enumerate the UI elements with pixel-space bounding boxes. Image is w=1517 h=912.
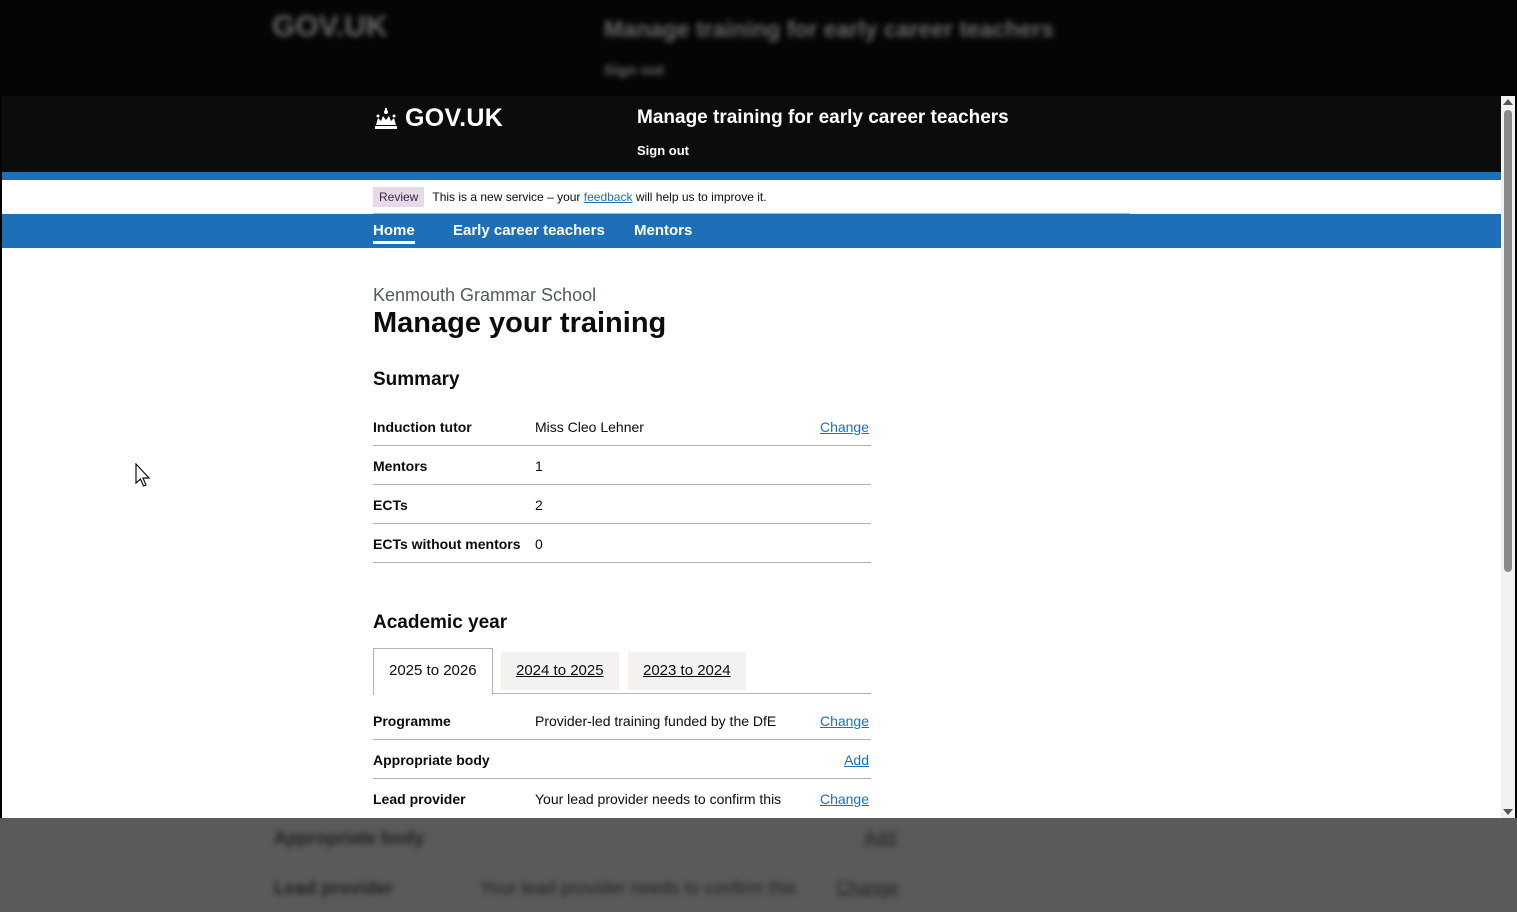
academic-year-heading: Academic year bbox=[373, 612, 508, 633]
academic-key: Lead provider bbox=[373, 791, 466, 807]
scroll-up-icon[interactable] bbox=[1503, 99, 1513, 105]
summary-key: Induction tutor bbox=[373, 419, 472, 435]
phase-banner: Review This is a new service – your feed… bbox=[373, 180, 1130, 214]
academic-row-programme: Programme Provider-led training funded b… bbox=[373, 701, 871, 740]
summary-heading: Summary bbox=[373, 369, 460, 390]
header-stripe bbox=[2, 172, 1501, 180]
tab-2023-to-2024[interactable]: 2023 to 2024 bbox=[628, 652, 746, 690]
summary-row-induction-tutor: Induction tutor Miss Cleo Lehner Change bbox=[373, 407, 871, 446]
summary-key: ECTs bbox=[373, 497, 408, 513]
academic-value: Your lead provider needs to confirm this bbox=[535, 791, 782, 807]
backdrop-sign-out: Sign out bbox=[604, 62, 664, 79]
service-name-link[interactable]: Manage training for early career teacher… bbox=[637, 107, 1009, 129]
change-programme-link[interactable]: Change bbox=[820, 713, 869, 729]
summary-value: 0 bbox=[535, 536, 543, 552]
phase-text: This is a new service – your feedback wi… bbox=[432, 190, 766, 204]
feedback-link[interactable]: feedback bbox=[584, 190, 633, 204]
summary-row-ects: ECTs 2 bbox=[373, 485, 871, 524]
vertical-scrollbar[interactable] bbox=[1501, 96, 1515, 818]
govuk-logo[interactable]: GOV.UK bbox=[373, 104, 503, 133]
nav-item-early-career-teachers[interactable]: Early career teachers bbox=[453, 222, 605, 239]
academic-row-lead-provider: Lead provider Your lead provider needs t… bbox=[373, 779, 871, 818]
scroll-down-icon[interactable] bbox=[1503, 809, 1513, 815]
summary-value: 2 bbox=[535, 497, 543, 513]
page-title: Manage your training bbox=[373, 307, 667, 339]
backdrop-row-action: Change bbox=[836, 878, 900, 898]
tab-2025-to-2026[interactable]: 2025 to 2026 bbox=[373, 648, 493, 695]
summary-row-ects-without-mentors: ECTs without mentors 0 bbox=[373, 524, 871, 563]
browser-viewport: GOV.UK Manage training for early career … bbox=[2, 96, 1501, 818]
academic-key: Programme bbox=[373, 713, 451, 729]
summary-value: Miss Cleo Lehner bbox=[535, 419, 644, 435]
summary-value: 1 bbox=[535, 458, 543, 474]
backdrop-service-name: Manage training for early career teacher… bbox=[604, 16, 1054, 42]
crown-icon bbox=[375, 107, 397, 129]
backdrop-row-key: Lead provider bbox=[274, 878, 394, 898]
backdrop-bottom: Appropriate body Add Lead provider Your … bbox=[0, 818, 1517, 912]
summary-key: ECTs without mentors bbox=[373, 536, 521, 552]
sign-out-link[interactable]: Sign out bbox=[637, 143, 689, 158]
change-lead-provider-link[interactable]: Change bbox=[820, 791, 869, 807]
phase-tag: Review bbox=[373, 186, 425, 207]
backdrop-row-key: Appropriate body bbox=[274, 828, 425, 848]
backdrop-top: GOV.UK Manage training for early career … bbox=[0, 0, 1517, 96]
site-header: GOV.UK Manage training for early career … bbox=[2, 96, 1501, 172]
phase-text-after: will help us to improve it. bbox=[635, 189, 767, 204]
logo-text: GOV.UK bbox=[405, 104, 504, 132]
nav-item-home[interactable]: Home bbox=[373, 222, 415, 244]
academic-year-tabs: 2025 to 2026 2024 to 2025 2023 to 2024 bbox=[373, 648, 871, 695]
backdrop-logo: GOV.UK bbox=[272, 10, 388, 43]
academic-row-appropriate-body: Appropriate body Add bbox=[373, 740, 871, 779]
backdrop-row-value: Your lead provider needs to confirm this bbox=[480, 878, 797, 898]
change-induction-tutor-link[interactable]: Change bbox=[820, 419, 869, 435]
school-caption: Kenmouth Grammar School bbox=[373, 285, 597, 305]
tab-2024-to-2025[interactable]: 2024 to 2025 bbox=[501, 652, 619, 690]
backdrop-row-action: Add bbox=[864, 828, 897, 848]
academic-value: Provider-led training funded by the DfE bbox=[535, 713, 777, 729]
mouse-pointer-icon bbox=[135, 463, 151, 487]
scroll-thumb[interactable] bbox=[1504, 110, 1512, 572]
nav-item-mentors[interactable]: Mentors bbox=[634, 222, 692, 239]
academic-key: Appropriate body bbox=[373, 752, 490, 768]
summary-key: Mentors bbox=[373, 458, 428, 474]
add-appropriate-body-link[interactable]: Add bbox=[844, 752, 869, 768]
phase-text-before: This is a new service – your bbox=[432, 189, 581, 204]
service-navigation: Home Early career teachers Mentors bbox=[2, 214, 1501, 248]
summary-row-mentors: Mentors 1 bbox=[373, 446, 871, 485]
